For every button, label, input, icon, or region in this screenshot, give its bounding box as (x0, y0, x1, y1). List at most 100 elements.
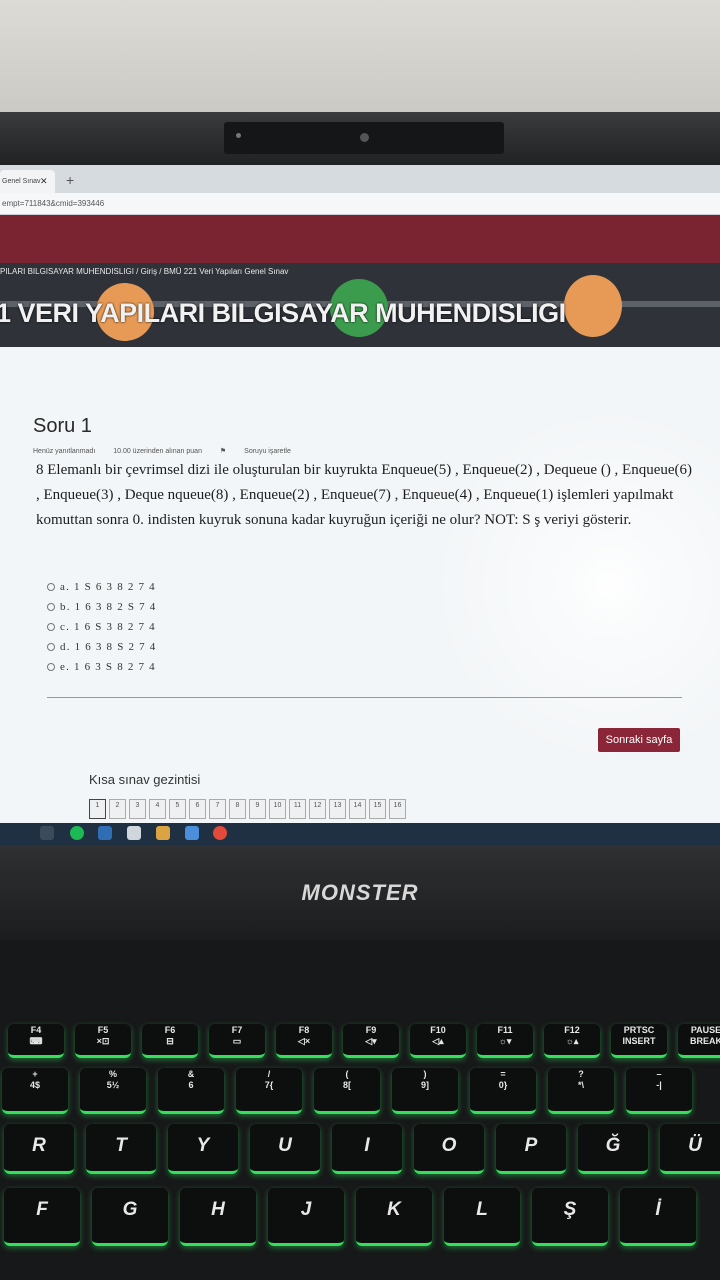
webcam-lens (360, 133, 369, 142)
letter-key[interactable]: G (92, 1188, 168, 1246)
answer-option-d[interactable]: d. 1 6 3 8 S 2 7 4 (47, 637, 156, 657)
radio-icon[interactable] (47, 583, 55, 592)
letter-key[interactable]: R (4, 1124, 74, 1174)
wall-background (0, 0, 720, 125)
decor-circle-orange-right (564, 275, 622, 337)
letter-key[interactable]: Ü (660, 1124, 720, 1174)
browser-tab[interactable]: Genel Sınav ✕ (0, 170, 55, 193)
flag-label: Soruyu işaretle (244, 448, 291, 455)
quiz-nav-page[interactable]: 14 (349, 799, 366, 819)
flag-question-link[interactable]: ⚑ Soruyu işaretle (220, 448, 307, 455)
question-status: Henüz yanıtlanmadı (33, 448, 96, 455)
radio-icon[interactable] (47, 623, 55, 632)
letter-key[interactable]: K (356, 1188, 432, 1246)
fn-key[interactable]: PAUSE BREAK (678, 1024, 720, 1058)
number-key[interactable]: = 0} (470, 1068, 536, 1114)
quiz-nav-page[interactable]: 13 (329, 799, 346, 819)
fn-key[interactable]: F5 ×⊡ (75, 1024, 131, 1058)
flag-icon: ⚑ (219, 448, 229, 455)
quiz-nav-page[interactable]: 8 (229, 799, 246, 819)
fn-key[interactable]: F7 ▭ (209, 1024, 265, 1058)
laptop-screen: Genel Sınav ✕ + empt=711843&cmid=393446 … (0, 165, 720, 845)
answer-option-c[interactable]: c. 1 6 S 3 8 2 7 4 (47, 617, 156, 637)
letter-key[interactable]: Ş (532, 1188, 608, 1246)
number-key[interactable]: ) 9] (392, 1068, 458, 1114)
number-key[interactable]: & 6 (158, 1068, 224, 1114)
browser-tab-bar: Genel Sınav ✕ + (0, 165, 720, 193)
quiz-nav-page[interactable]: 3 (129, 799, 146, 819)
quiz-nav-page[interactable]: 9 (249, 799, 266, 819)
answer-option-e[interactable]: e. 1 6 3 S 8 2 7 4 (47, 657, 156, 677)
quiz-nav-page[interactable]: 2 (109, 799, 126, 819)
quiz-nav-page[interactable]: 11 (289, 799, 306, 819)
store-icon[interactable] (127, 826, 141, 840)
quiz-nav-page[interactable]: 1 (89, 799, 106, 819)
quiz-nav-page[interactable]: 6 (189, 799, 206, 819)
letter-key[interactable]: L (444, 1188, 520, 1246)
breadcrumb[interactable]: PILARI BILGISAYAR MUHENDISLIGI / Giriş /… (0, 267, 288, 276)
fn-key[interactable]: F6 ⊟ (142, 1024, 198, 1058)
quiz-nav-page[interactable]: 15 (369, 799, 386, 819)
divider (47, 697, 682, 698)
letter-key[interactable]: P (496, 1124, 566, 1174)
letter-key[interactable]: T (86, 1124, 156, 1174)
radio-icon[interactable] (47, 663, 55, 672)
spotify-icon[interactable] (70, 826, 84, 840)
answer-option-b[interactable]: b. 1 6 3 8 2 S 7 4 (47, 597, 156, 617)
quiz-nav-page[interactable]: 5 (169, 799, 186, 819)
question-points: 10.00 üzerinden alınan puan (113, 448, 202, 455)
letter-key[interactable]: U (250, 1124, 320, 1174)
quiz-nav-page[interactable]: 10 (269, 799, 286, 819)
letter-key[interactable]: Ğ (578, 1124, 648, 1174)
task-view-icon[interactable] (40, 826, 54, 840)
fn-key[interactable]: F12 ☼▴ (544, 1024, 600, 1058)
letter-key[interactable]: O (414, 1124, 484, 1174)
tab-close-icon[interactable]: ✕ (40, 170, 48, 193)
fn-key[interactable]: PRTSC INSERT (611, 1024, 667, 1058)
number-key[interactable]: ? *\ (548, 1068, 614, 1114)
quiz-nav-page[interactable]: 7 (209, 799, 226, 819)
number-key[interactable]: % 5½ (80, 1068, 146, 1114)
quiz-nav-page[interactable]: 16 (389, 799, 406, 819)
option-label: d. 1 6 3 8 S 2 7 4 (60, 641, 157, 653)
chrome-icon[interactable] (213, 826, 227, 840)
number-key[interactable]: (8[ (314, 1068, 380, 1114)
tab-title: Genel Sınav (2, 178, 41, 185)
fn-key[interactable]: F11 ☼▾ (477, 1024, 533, 1058)
number-key[interactable]: +4$ (2, 1068, 68, 1114)
question-heading: Soru 1 (33, 415, 92, 437)
radio-icon[interactable] (47, 643, 55, 652)
answer-option-a[interactable]: a. 1 S 6 3 8 2 7 4 (47, 577, 156, 597)
option-label: c. 1 6 S 3 8 2 7 4 (60, 621, 156, 633)
letter-key[interactable]: H (180, 1188, 256, 1246)
site-navbar (0, 215, 720, 263)
folder-icon[interactable] (156, 826, 170, 840)
letter-key[interactable]: I (332, 1124, 402, 1174)
letter-key[interactable]: Y (168, 1124, 238, 1174)
question-text: 8 Elemanlı bir çevrimsel dizi ile oluştu… (36, 462, 693, 528)
number-key[interactable]: /7{ (236, 1068, 302, 1114)
new-tab-icon[interactable]: + (66, 172, 74, 188)
quiz-nav-page[interactable]: 4 (149, 799, 166, 819)
fn-key[interactable]: F10 ◁▴ (410, 1024, 466, 1058)
fn-key[interactable]: F8 ◁× (276, 1024, 332, 1058)
app-icon[interactable] (185, 826, 199, 840)
fn-key[interactable]: F4 ⌨ (8, 1024, 64, 1058)
mail-icon[interactable] (98, 826, 112, 840)
brand-logo: MONSTER (301, 880, 419, 905)
quiz-navigation: 1 2 3 4 5 6 7 8 9 10 11 12 13 14 15 16 (89, 799, 406, 819)
radio-icon[interactable] (47, 603, 55, 612)
fn-key[interactable]: F9 ◁▾ (343, 1024, 399, 1058)
address-bar[interactable]: empt=711843&cmid=393446 (0, 193, 720, 215)
webcam-light (236, 133, 241, 138)
letter-key[interactable]: İ (620, 1188, 696, 1246)
course-title: 1 VERI YAPILARI BILGISAYAR MUHENDISLIGI (0, 298, 566, 328)
letter-key[interactable]: J (268, 1188, 344, 1246)
quiz-navigation-title: Kısa sınav gezintisi (89, 772, 201, 787)
answer-options: a. 1 S 6 3 8 2 7 4 b. 1 6 3 8 2 S 7 4 c.… (47, 577, 156, 677)
next-page-button[interactable]: Sonraki sayfa (598, 728, 680, 752)
option-label: e. 1 6 3 S 8 2 7 4 (60, 661, 156, 673)
quiz-nav-page[interactable]: 12 (309, 799, 326, 819)
number-key[interactable]: – -| (626, 1068, 692, 1114)
letter-key[interactable]: F (4, 1188, 80, 1246)
